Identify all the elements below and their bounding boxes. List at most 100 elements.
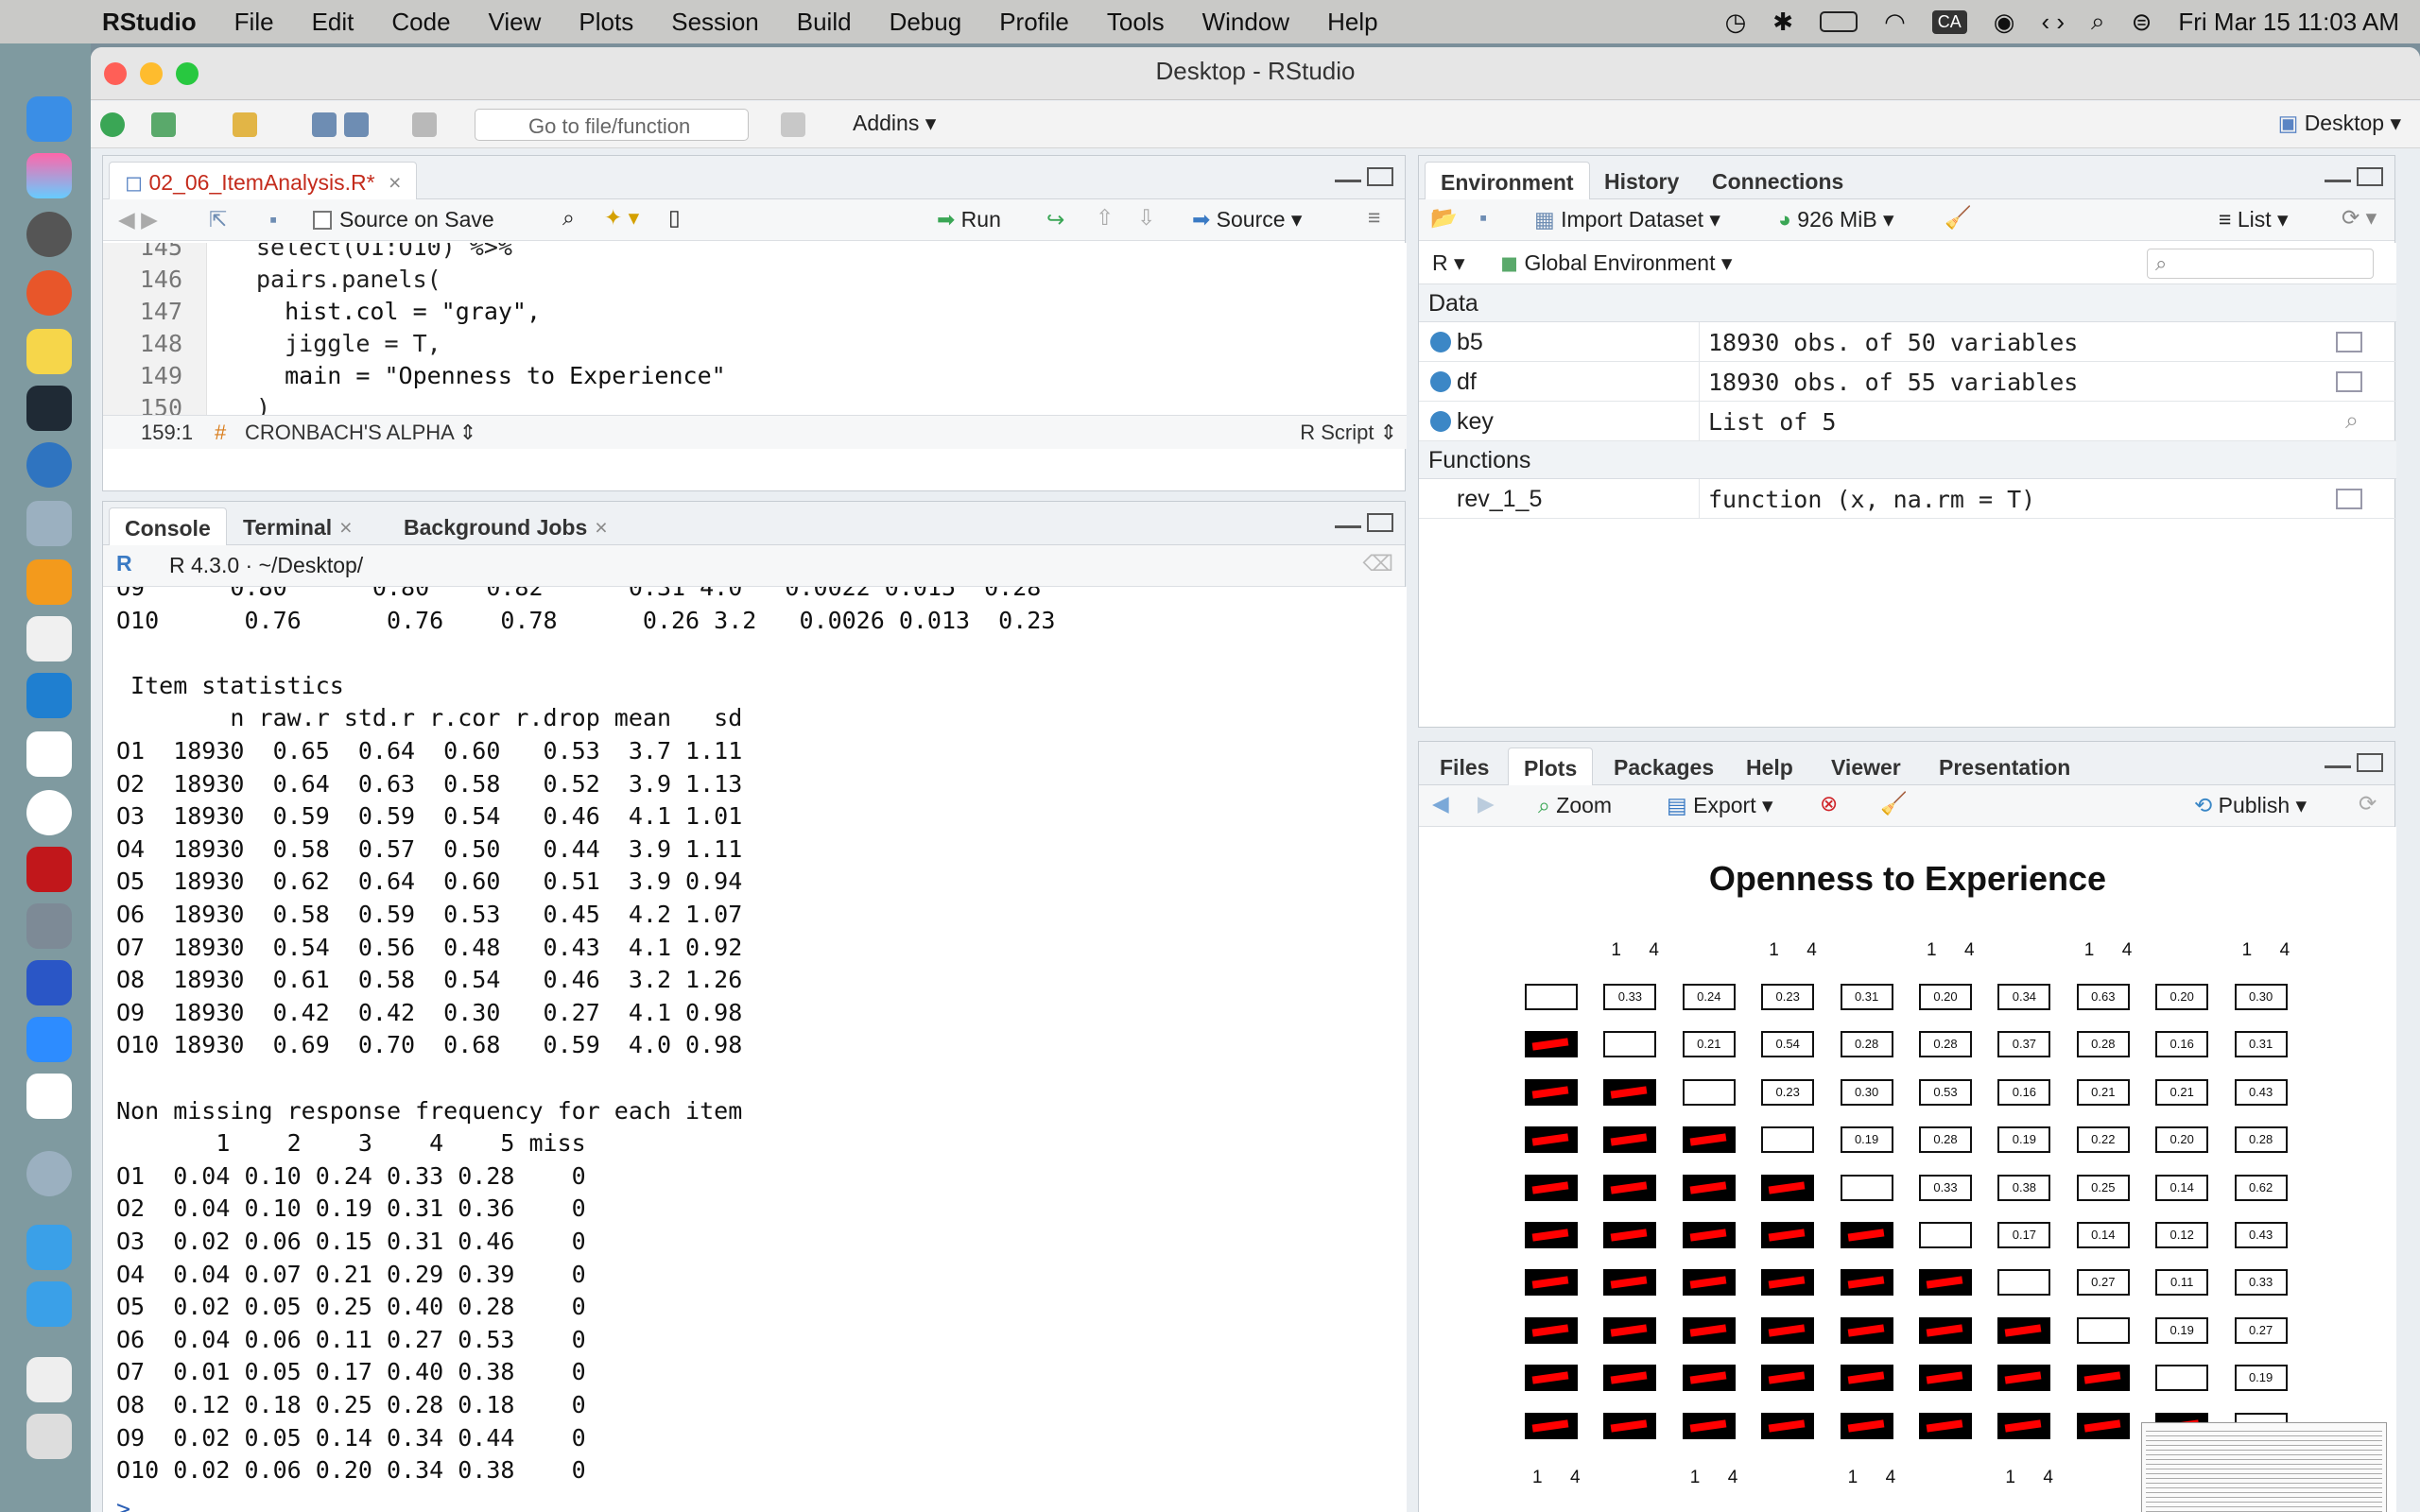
sublime-icon[interactable] [26, 559, 72, 605]
finder-icon[interactable] [26, 96, 72, 142]
language-selector[interactable]: R ▾ [1432, 250, 1465, 276]
print-icon[interactable] [412, 112, 437, 137]
firefox-icon[interactable] [26, 270, 72, 316]
save-all-icon[interactable] [344, 112, 369, 137]
clear-console-icon[interactable]: ⌫ [1362, 551, 1393, 576]
env-row-rev-1-5[interactable]: rev_1_5 function (x, na.rm = T) [1419, 479, 2396, 519]
new-project-icon[interactable] [151, 112, 176, 137]
tab-history[interactable]: History [1589, 162, 1694, 199]
menu-file[interactable]: File [234, 8, 274, 37]
project-menu[interactable]: ▣ Desktop ▾ [2278, 111, 2401, 136]
down-icon[interactable]: ⇩ [1137, 205, 1155, 231]
minimize-pane-icon[interactable] [1335, 523, 1361, 528]
tab-connections[interactable]: Connections [1697, 162, 1858, 199]
env-row-b5[interactable]: b5 18930 obs. of 50 variables [1419, 322, 2396, 362]
expand-icon[interactable] [1430, 371, 1451, 392]
vpn-icon[interactable] [26, 1074, 72, 1119]
broom-icon[interactable]: 🧹 [1880, 791, 1908, 816]
rerun-icon[interactable]: ↪ [1046, 207, 1064, 232]
screenshot-icon[interactable] [26, 1357, 72, 1402]
settings-icon[interactable] [26, 212, 72, 257]
notes-icon[interactable] [26, 329, 72, 374]
tab-environment[interactable]: Environment [1425, 162, 1590, 199]
zoom-button[interactable]: ⌕ Zoom [1538, 793, 1612, 818]
bluetooth-icon[interactable]: ✱ [1772, 8, 1793, 37]
previous-plot-icon[interactable]: ◀ [1432, 791, 1449, 816]
menu-edit[interactable]: Edit [312, 8, 354, 37]
publish-menu[interactable]: ⟲ Publish ▾ [2194, 793, 2307, 818]
user-icon[interactable]: ◉ [1994, 8, 2015, 37]
tab-terminal[interactable]: Terminal × [228, 507, 368, 545]
memory-usage-menu[interactable]: ◕ 926 MiB ▾ [1778, 207, 1894, 232]
expand-icon[interactable] [1430, 332, 1451, 352]
workspace-panes-icon[interactable] [781, 112, 805, 137]
addins-menu[interactable]: Addins ▾ [853, 111, 936, 136]
slack-icon[interactable] [26, 731, 72, 777]
environment-search-input[interactable]: ⌕ [2147, 249, 2374, 279]
save-workspace-icon[interactable]: ▪ [1479, 205, 1487, 231]
close-tab-icon[interactable]: × [595, 515, 607, 540]
zoom-icon[interactable] [26, 1017, 72, 1062]
downloads-folder-icon[interactable] [26, 1281, 72, 1327]
menu-app[interactable]: RStudio [102, 8, 197, 37]
tab-plots[interactable]: Plots [1508, 747, 1594, 785]
minimize-pane-icon[interactable] [2325, 763, 2351, 768]
export-menu[interactable]: ▤ Export ▾ [1667, 793, 1773, 818]
expand-icon[interactable] [1430, 411, 1451, 432]
trash-icon[interactable] [26, 1414, 72, 1459]
menu-debug[interactable]: Debug [890, 8, 962, 37]
save-file-icon[interactable]: ▪ [269, 207, 277, 232]
back-icon[interactable]: ◀ ▶ [118, 207, 158, 232]
source-on-save-checkbox[interactable] [313, 211, 332, 230]
tab-console[interactable]: Console [109, 507, 227, 545]
close-tab-icon[interactable]: × [339, 515, 352, 540]
code-area[interactable]: 145 146 147 148 149 150 select(O1:O10) %… [103, 243, 1407, 415]
preview-icon[interactable] [26, 903, 72, 949]
xquartz-icon[interactable] [26, 960, 72, 1005]
show-in-window-icon[interactable]: ⇱ [209, 207, 227, 232]
scope-selector[interactable]: ◼ Global Environment ▾ [1500, 250, 1732, 276]
tab-files[interactable]: Files [1425, 747, 1504, 785]
view-data-icon[interactable] [2336, 332, 2362, 352]
vscode-icon[interactable] [26, 673, 72, 718]
tab-packages[interactable]: Packages [1599, 747, 1729, 785]
tab-viewer[interactable]: Viewer [1816, 747, 1916, 785]
menu-plots[interactable]: Plots [579, 8, 633, 37]
maximize-pane-icon[interactable] [1367, 513, 1393, 532]
audio-app-icon[interactable] [26, 386, 72, 431]
maximize-pane-icon[interactable] [2357, 167, 2383, 186]
view-mode-menu[interactable]: ≡ List ▾ [2219, 207, 2289, 232]
menu-tools[interactable]: Tools [1107, 8, 1165, 37]
next-plot-icon[interactable]: ▶ [1478, 791, 1495, 816]
broom-icon[interactable]: 🧹 [1945, 205, 1972, 231]
source-button[interactable]: ➡ Source ▾ [1192, 207, 1302, 232]
plot-thumbnail[interactable] [2141, 1422, 2387, 1512]
rstudio-icon[interactable] [26, 501, 72, 546]
open-file-icon[interactable] [233, 112, 257, 137]
folder-icon[interactable] [26, 1225, 72, 1270]
code-icon[interactable]: ‹ › [2041, 8, 2065, 37]
remove-plot-icon[interactable]: ⊗ [1820, 791, 1838, 816]
wifi-icon[interactable]: ◠ [1884, 8, 1906, 37]
r-app-icon[interactable] [26, 442, 72, 488]
menu-code[interactable]: Code [391, 8, 450, 37]
clock[interactable]: Fri Mar 15 11:03 AM [2178, 8, 2399, 37]
acrobat-icon[interactable] [26, 847, 72, 892]
menu-window[interactable]: Window [1202, 8, 1289, 37]
menu-view[interactable]: View [489, 8, 542, 37]
up-icon[interactable]: ⇧ [1096, 205, 1114, 231]
input-source-badge[interactable]: CA [1931, 9, 1967, 34]
section-navigator[interactable]: CRONBACH'S ALPHA ⇕ [245, 421, 476, 445]
tab-presentation[interactable]: Presentation [1924, 747, 2085, 785]
find-icon[interactable]: ⌕ [562, 205, 575, 231]
view-data-icon[interactable] [2336, 371, 2362, 392]
refresh-icon[interactable]: ⟳ ▾ [2342, 205, 2377, 231]
run-button[interactable]: ➡ Run [937, 207, 1001, 232]
console-prompt[interactable]: > [116, 1495, 130, 1512]
battery-icon[interactable] [1820, 11, 1858, 32]
import-dataset-menu[interactable]: ▦ Import Dataset ▾ [1534, 207, 1720, 232]
outline-icon[interactable]: ≡ [1368, 205, 1380, 231]
tab-itemanalysis[interactable]: ◻ 02_06_ItemAnalysis.R* × [109, 162, 418, 199]
minimize-pane-icon[interactable] [2325, 177, 2351, 182]
launchpad-icon[interactable] [26, 153, 72, 198]
